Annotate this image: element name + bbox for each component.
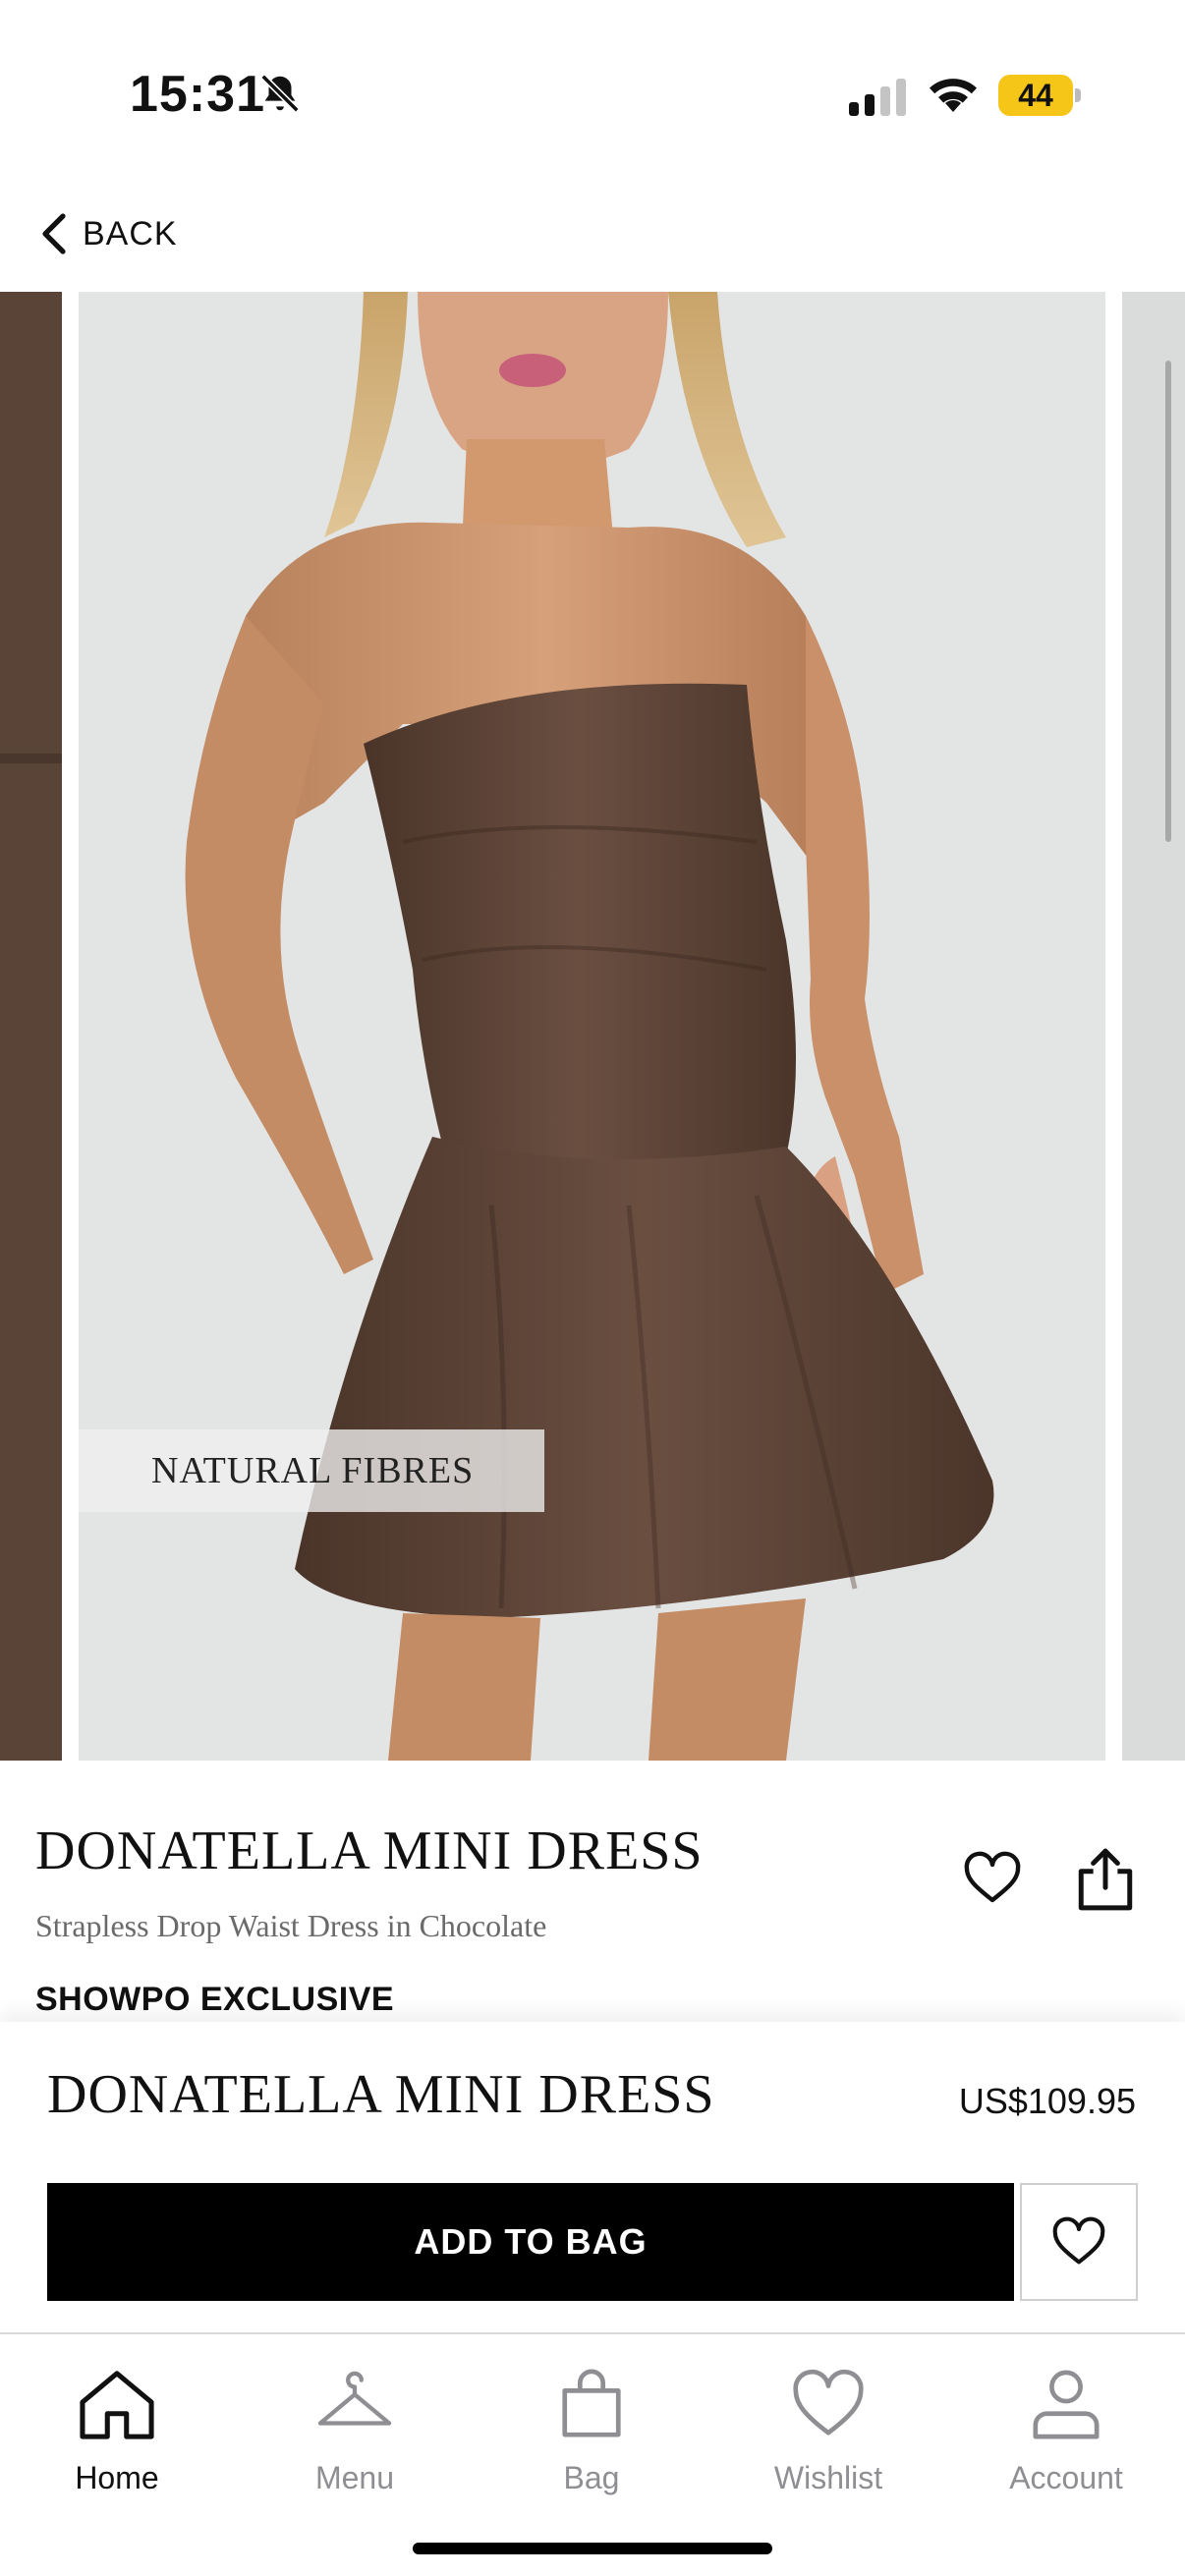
tab-bag-label: Bag bbox=[563, 2460, 620, 2495]
exclusive-label: SHOWPO EXCLUSIVE bbox=[35, 1981, 395, 2018]
bell-muted-icon bbox=[260, 74, 300, 113]
tab-menu[interactable]: Menu bbox=[256, 2354, 453, 2501]
add-to-bag-button[interactable]: ADD TO BAG bbox=[47, 2183, 1014, 2301]
heart-icon[interactable] bbox=[963, 1851, 1022, 1906]
product-title: DONATELLA MINI DRESS bbox=[35, 1820, 704, 1881]
sticky-purchase-panel: DONATELLA MINI DRESS US$109.95 ADD TO BA… bbox=[0, 2022, 1185, 2332]
status-bar: 15:31 44 bbox=[0, 0, 1185, 187]
status-time: 15:31 bbox=[130, 66, 265, 123]
previous-product-image[interactable] bbox=[0, 292, 62, 1761]
tab-home-label: Home bbox=[75, 2460, 159, 2495]
wifi-icon bbox=[930, 79, 977, 112]
bag-icon bbox=[562, 2369, 621, 2437]
natural-fibres-badge: NATURAL FIBRES bbox=[79, 1429, 544, 1512]
product-subtitle: Strapless Drop Waist Dress in Chocolate bbox=[35, 1908, 547, 1943]
tab-wishlist[interactable]: Wishlist bbox=[730, 2354, 927, 2501]
tab-wishlist-label: Wishlist bbox=[773, 2460, 883, 2495]
product-image[interactable] bbox=[79, 292, 1105, 1761]
scroll-indicator[interactable] bbox=[1165, 361, 1171, 842]
wishlist-button[interactable] bbox=[1020, 2183, 1138, 2301]
home-icon bbox=[80, 2371, 154, 2439]
share-icon[interactable] bbox=[1075, 1847, 1136, 1912]
heart-icon bbox=[1052, 2216, 1105, 2265]
next-product-image[interactable] bbox=[1122, 292, 1185, 1761]
home-indicator[interactable] bbox=[413, 2543, 772, 2554]
tab-home[interactable]: Home bbox=[19, 2354, 215, 2501]
back-button[interactable]: BACK bbox=[39, 206, 178, 261]
tab-bar: Home Menu Bag Wishlist Account bbox=[0, 2332, 1185, 2576]
person-icon bbox=[1033, 2370, 1100, 2439]
battery-icon: 44 bbox=[998, 75, 1081, 116]
sticky-product-title: DONATELLA MINI DRESS bbox=[47, 2064, 715, 2125]
hanger-icon bbox=[317, 2371, 392, 2426]
tab-bag[interactable]: Bag bbox=[493, 2354, 690, 2501]
battery-level: 44 bbox=[998, 75, 1073, 116]
product-image-carousel[interactable]: NATURAL FIBRES bbox=[0, 292, 1185, 1761]
back-label: BACK bbox=[83, 214, 178, 252]
signal-icon bbox=[849, 79, 906, 116]
tab-account-label: Account bbox=[1009, 2460, 1123, 2495]
product-page: 15:31 44 BACK NATURAL FIBRES DONATELLA M… bbox=[0, 0, 1185, 2576]
model-photo bbox=[185, 292, 994, 1761]
tab-menu-label: Menu bbox=[314, 2460, 395, 2495]
chevron-left-icon bbox=[42, 213, 66, 254]
tab-account[interactable]: Account bbox=[968, 2354, 1164, 2501]
product-price: US$109.95 bbox=[958, 2081, 1136, 2121]
heart-icon bbox=[793, 2369, 864, 2436]
